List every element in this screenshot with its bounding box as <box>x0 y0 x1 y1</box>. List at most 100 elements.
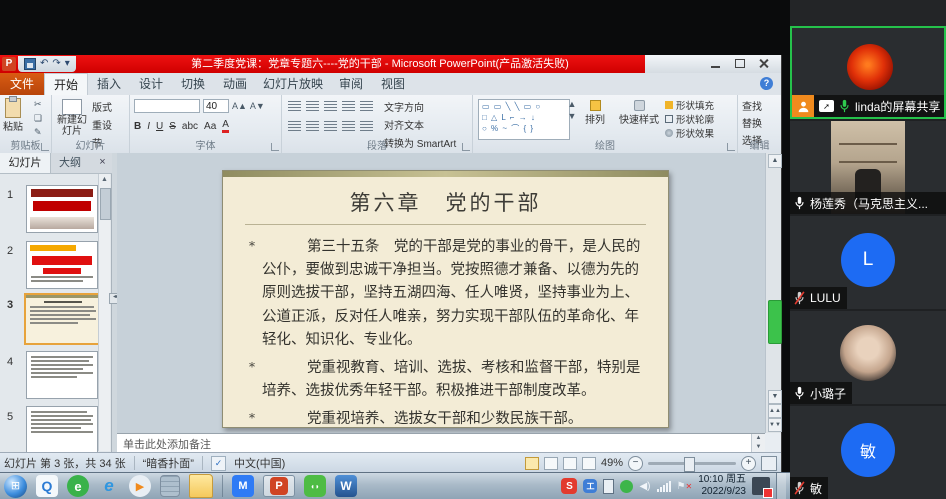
tab-design[interactable]: 设计 <box>130 73 172 95</box>
bullets-icon[interactable] <box>288 101 301 111</box>
shrink-font-icon[interactable]: A▼ <box>250 101 265 112</box>
change-case-icon[interactable]: Aa <box>204 121 216 132</box>
participant-tile-lulu[interactable]: L LULU <box>790 216 946 309</box>
paragraph-dialog-launcher[interactable] <box>462 143 470 151</box>
media-player-icon[interactable]: ▶ <box>129 475 151 497</box>
previous-slide-button[interactable]: ▲▲ <box>768 404 782 418</box>
shape-fill-button[interactable]: 形状填充 <box>665 98 714 111</box>
font-name-combo[interactable] <box>134 99 200 113</box>
shapes-scroll-down-icon[interactable]: ▼ <box>568 111 577 122</box>
meeting-app-icon[interactable]: M <box>232 475 254 497</box>
clipboard-dialog-launcher[interactable] <box>41 143 49 151</box>
zoom-in-button[interactable]: + <box>741 456 756 471</box>
help-icon[interactable]: ? <box>760 77 773 90</box>
bold-icon[interactable]: B <box>134 121 141 132</box>
slide-thumbnail-4[interactable] <box>26 351 98 399</box>
align-center-icon[interactable] <box>306 121 319 131</box>
thumbs-scroll-thumb[interactable] <box>100 188 111 220</box>
zoom-out-button[interactable]: − <box>628 456 643 471</box>
font-color-icon[interactable]: A <box>222 119 229 133</box>
slide-thumbnail-2[interactable] <box>26 241 98 289</box>
normal-view-icon[interactable] <box>525 457 539 470</box>
decrease-indent-icon[interactable] <box>324 101 337 111</box>
align-text-button[interactable]: 对齐文本 <box>384 117 456 132</box>
grow-font-icon[interactable]: A▲ <box>232 101 247 112</box>
strikethrough-icon[interactable]: S <box>169 121 176 132</box>
copy-icon[interactable]: ❏ <box>34 113 42 124</box>
internet-explorer-icon[interactable]: e <box>98 475 120 497</box>
calculator-icon[interactable] <box>160 475 180 497</box>
participant-tile-linda[interactable]: ➚ linda的屏幕共享 <box>790 26 946 119</box>
powerpoint-taskbar-button[interactable]: P <box>263 475 295 497</box>
search-app-icon[interactable]: Q <box>36 475 58 497</box>
shapes-scroll-up-icon[interactable]: ▲ <box>568 99 577 110</box>
wechat-icon[interactable]: ◖◗ <box>304 475 326 497</box>
shapes-gallery[interactable]: ▭ ▭ ╲ ╲ ▭ ○ □ △ L ⌐ → ↓ ○ % ~ ⌒ { } <box>478 99 570 140</box>
language-indicator[interactable]: 中文(中国) <box>234 455 285 471</box>
show-desktop-button[interactable] <box>776 473 786 499</box>
italic-icon[interactable]: I <box>147 121 150 132</box>
reset-button[interactable]: 重设 <box>92 117 112 132</box>
network-signal-icon[interactable] <box>657 481 671 492</box>
file-explorer-icon[interactable] <box>189 474 213 498</box>
zoom-slider-thumb[interactable] <box>684 457 695 472</box>
font-dialog-launcher[interactable] <box>271 143 279 151</box>
slide-thumbnail-1[interactable] <box>26 185 98 233</box>
fit-to-window-icon[interactable] <box>761 456 777 471</box>
thumbs-scroll-up-icon[interactable]: ▲ <box>99 174 110 185</box>
slide-sorter-view-icon[interactable] <box>544 457 558 470</box>
volume-tray-icon[interactable]: ◀) <box>639 481 650 492</box>
scroll-thumb[interactable] <box>768 300 782 344</box>
text-direction-button[interactable]: 文字方向 <box>384 99 456 114</box>
taskbar-clock[interactable]: 10:10 周五 2022/9/23 <box>698 474 746 498</box>
start-button[interactable]: ⊞ <box>4 475 27 498</box>
paste-button[interactable]: 粘贴 <box>3 98 23 133</box>
line-spacing-icon[interactable] <box>360 101 373 111</box>
antivirus-tray-icon[interactable] <box>620 480 633 493</box>
underline-icon[interactable]: U <box>156 121 163 132</box>
tab-view[interactable]: 视图 <box>372 73 414 95</box>
align-right-icon[interactable] <box>324 121 337 131</box>
close-pane-icon[interactable]: × <box>96 156 109 169</box>
notes-scroll-up-icon[interactable]: ▲ <box>752 434 765 443</box>
network-error-icon[interactable]: ⚑✕ <box>677 481 693 492</box>
tab-review[interactable]: 审阅 <box>330 73 372 95</box>
tab-outline[interactable]: 大纲 <box>50 153 90 173</box>
minimize-button[interactable] <box>709 59 723 69</box>
save-icon[interactable] <box>24 58 36 70</box>
tab-animations[interactable]: 动画 <box>214 73 256 95</box>
thumbnails-scrollbar[interactable]: ▲ <box>98 174 110 451</box>
scroll-down-icon[interactable]: ▼ <box>768 390 782 404</box>
slideshow-view-icon[interactable] <box>582 457 596 470</box>
scroll-up-icon[interactable]: ▲ <box>768 154 782 168</box>
layout-button[interactable]: 版式 <box>92 99 112 114</box>
increase-indent-icon[interactable] <box>342 101 355 111</box>
close-button[interactable] <box>757 59 771 69</box>
tab-insert[interactable]: 插入 <box>88 73 130 95</box>
font-size-combo[interactable]: 40 <box>203 99 229 113</box>
clear-formatting-icon[interactable]: abc <box>182 121 198 132</box>
current-slide[interactable]: 第六章 党的干部 *第三十五条 党的干部是党的事业的骨干，是人民的公仆，要做到忠… <box>222 170 669 428</box>
notes-scrollbar[interactable]: ▲ ▼ <box>751 434 765 452</box>
notes-placeholder[interactable]: 单击此处添加备注 <box>123 436 211 452</box>
slide-scrollbar[interactable]: ▲ ▼ ▲▲ ▼▼ <box>765 153 781 433</box>
numbering-icon[interactable] <box>306 101 319 111</box>
columns-icon[interactable] <box>360 121 373 131</box>
powerpoint-logo-icon[interactable]: P <box>2 57 16 71</box>
participant-tile-xiaoluzi[interactable]: 小璐子 <box>790 311 946 404</box>
input-toolbox-icon[interactable]: 工 <box>583 479 597 493</box>
quick-styles-button[interactable]: 快速样式 <box>619 100 659 126</box>
redo-icon[interactable]: ↷ <box>52 57 60 71</box>
next-slide-button[interactable]: ▼▼ <box>768 418 782 432</box>
undo-icon[interactable]: ↶ <box>40 57 48 71</box>
align-left-icon[interactable] <box>288 121 301 131</box>
find-button[interactable]: 查找 <box>742 98 762 113</box>
maximize-button[interactable] <box>733 59 747 69</box>
justify-icon[interactable] <box>342 121 355 131</box>
notes-scroll-down-icon[interactable]: ▼ <box>752 443 765 452</box>
tab-home[interactable]: 开始 <box>44 73 88 95</box>
drawing-dialog-launcher[interactable] <box>727 143 735 151</box>
reading-view-icon[interactable] <box>563 457 577 470</box>
slide-thumbnail-5[interactable] <box>26 406 98 454</box>
battery-tray-icon[interactable] <box>603 479 614 494</box>
